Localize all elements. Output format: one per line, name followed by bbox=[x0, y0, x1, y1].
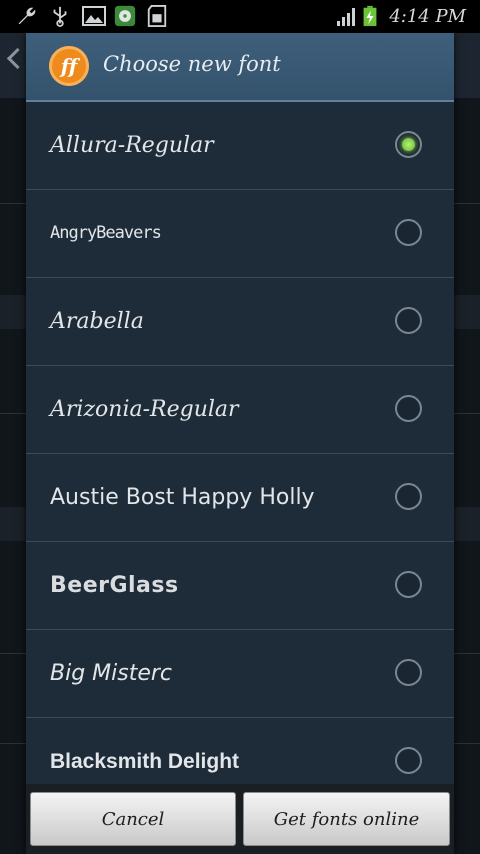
font-row-big-misterc[interactable]: Big Misterc bbox=[26, 630, 454, 718]
font-row-arabella[interactable]: Arabella bbox=[26, 278, 454, 366]
get-fonts-online-button[interactable]: Get fonts online bbox=[243, 792, 450, 846]
font-label: Austie Bost Happy Holly bbox=[50, 485, 315, 510]
cancel-button[interactable]: Cancel bbox=[30, 792, 236, 846]
radio-unselected[interactable] bbox=[395, 571, 422, 598]
dialog-title: Choose new font bbox=[103, 52, 281, 76]
radio-unselected[interactable] bbox=[395, 307, 422, 334]
radio-unselected[interactable] bbox=[395, 219, 422, 246]
dialog-header: ff Choose new font bbox=[26, 33, 454, 102]
usb-icon bbox=[53, 6, 67, 27]
font-list[interactable]: Allura-Regular AngryBeavers Arabella Ari… bbox=[26, 102, 454, 820]
font-row-beerglass[interactable]: BeerGlass bbox=[26, 542, 454, 630]
font-row-angrybeavers[interactable]: AngryBeavers bbox=[26, 190, 454, 278]
wrench-icon bbox=[18, 7, 36, 25]
font-row-allura[interactable]: Allura-Regular bbox=[26, 102, 454, 190]
font-label: AngryBeavers bbox=[50, 223, 162, 243]
font-row-austie[interactable]: Austie Bost Happy Holly bbox=[26, 454, 454, 542]
radio-unselected[interactable] bbox=[395, 747, 422, 774]
radio-unselected[interactable] bbox=[395, 483, 422, 510]
radio-unselected[interactable] bbox=[395, 659, 422, 686]
signal-icon bbox=[337, 8, 355, 26]
font-label: BeerGlass bbox=[50, 573, 179, 598]
font-label: Arizonia-Regular bbox=[50, 397, 239, 422]
sd-card-icon bbox=[147, 5, 167, 27]
radio-unselected[interactable] bbox=[395, 395, 422, 422]
picture-icon bbox=[82, 6, 106, 26]
font-label: Allura-Regular bbox=[50, 133, 214, 158]
status-time: 4:14 PM bbox=[389, 6, 466, 27]
font-label: Arabella bbox=[50, 309, 144, 334]
font-app-logo: ff bbox=[49, 46, 89, 86]
font-row-arizonia[interactable]: Arizonia-Regular bbox=[26, 366, 454, 454]
back-chevron-icon bbox=[6, 47, 29, 70]
font-label: Big Misterc bbox=[50, 661, 173, 686]
status-bar: 4:14 PM bbox=[0, 0, 480, 33]
media-icon bbox=[114, 5, 136, 27]
radio-selected[interactable] bbox=[395, 131, 422, 158]
dialog-footer: Cancel Get fonts online bbox=[26, 784, 454, 854]
choose-font-dialog: ff Choose new font Allura-Regular AngryB… bbox=[26, 33, 454, 854]
battery-charging-icon bbox=[363, 5, 377, 27]
